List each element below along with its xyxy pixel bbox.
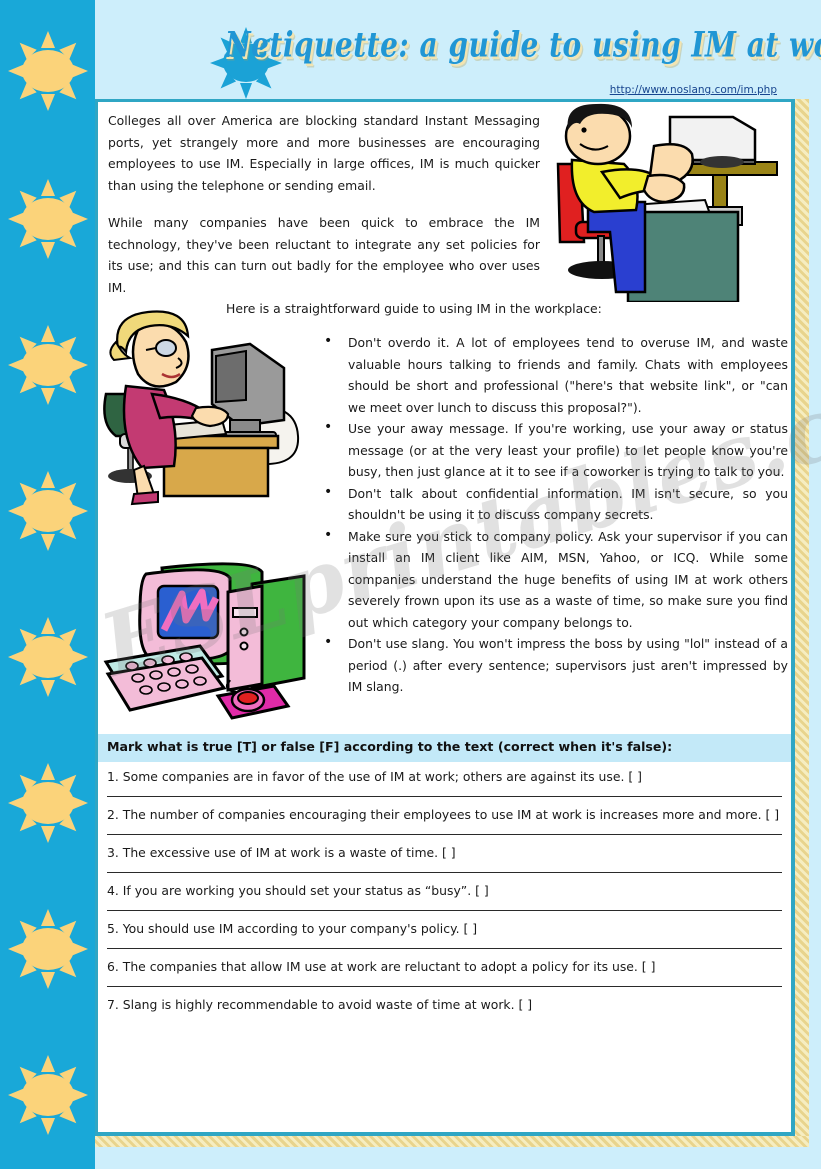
exercise-instruction: Mark what is true [T] or false [F] accor… (107, 739, 673, 754)
sun-ray (210, 57, 226, 69)
question-6: 6. The companies that allow IM use at wo… (107, 959, 656, 974)
sun-icon (5, 176, 90, 261)
sun-ray (40, 387, 55, 405)
page-title: Netiquette: a guide to using IM at work. (225, 24, 821, 66)
sun-ray (7, 795, 25, 810)
answer-line-4[interactable] (107, 910, 782, 911)
worksheet-page: Netiquette: a guide to using IM at work.… (0, 0, 821, 1169)
guide-intro-line: Here is a straightforward guide to using… (226, 301, 602, 316)
answer-line-2[interactable] (107, 834, 782, 835)
page-edge-right (795, 99, 809, 1146)
sun-ray (40, 30, 55, 48)
list-item: Use your away message. If you're working… (322, 417, 788, 483)
sun-ray (40, 93, 55, 111)
sun-icon (5, 614, 90, 699)
question-5: 5. You should use IM according to your c… (107, 921, 478, 936)
answer-line-5[interactable] (107, 948, 782, 949)
answer-line-3[interactable] (107, 872, 782, 873)
sun-ray (40, 533, 55, 551)
guide-bullet-list: Don't overdo it. A lot of employees tend… (322, 331, 788, 698)
answer-line-1[interactable] (107, 796, 782, 797)
article-paragraph-1: Colleges all over America are blocking s… (108, 113, 540, 193)
sun-ray (70, 63, 88, 78)
sun-ray (70, 357, 88, 372)
sun-ray (70, 649, 88, 664)
question-3: 3. The excessive use of IM at work is a … (107, 845, 456, 860)
list-item: Don't use slang. You won't impress the b… (322, 632, 788, 698)
sidebar-sun (5, 28, 90, 113)
sun-ray (7, 503, 25, 518)
sun-ray (40, 178, 55, 196)
sun-icon (5, 468, 90, 553)
question-4: 4. If you are working you should set you… (107, 883, 489, 898)
desktop-computer-clipart (102, 558, 328, 738)
sun-ray (70, 211, 88, 226)
sun-ray (40, 825, 55, 843)
sidebar-sun (5, 614, 90, 699)
sun-icon (5, 28, 90, 113)
sidebar-sun (5, 1052, 90, 1137)
sidebar-sun (5, 322, 90, 407)
sidebar-sun (5, 906, 90, 991)
sun-ray (40, 762, 55, 780)
sun-ray (40, 616, 55, 634)
sun-ray (40, 470, 55, 488)
question-1: 1. Some companies are in favor of the us… (107, 769, 642, 784)
exercise-questions: 1. Some companies are in favor of the us… (107, 766, 782, 1015)
sun-ray (7, 649, 25, 664)
sun-ray (70, 503, 88, 518)
sun-ray (7, 211, 25, 226)
worksheet-body: Colleges all over America are blocking s… (95, 99, 795, 1136)
sun-ray (40, 324, 55, 342)
sun-icon (5, 906, 90, 991)
sun-ray (40, 1117, 55, 1135)
list-item: Make sure you stick to company policy. A… (322, 525, 788, 634)
sun-ray (40, 1054, 55, 1072)
sun-ray (40, 908, 55, 926)
exercise-instruction-band: Mark what is true [T] or false [F] accor… (98, 734, 791, 762)
sidebar-sun (5, 468, 90, 553)
sun-ray (7, 357, 25, 372)
list-item: Don't talk about confidential informatio… (322, 482, 788, 526)
sun-ray (70, 795, 88, 810)
sun-icon (5, 760, 90, 845)
article-paragraph-2: While many companies have been quick to … (108, 215, 540, 295)
sun-icon (5, 1052, 90, 1137)
question-7: 7. Slang is highly recommendable to avoi… (107, 997, 533, 1012)
question-2: 2. The number of companies encouraging t… (107, 807, 780, 822)
header-banner: Netiquette: a guide to using IM at work.… (95, 8, 821, 99)
sun-icon (5, 322, 90, 407)
sidebar-sun (5, 176, 90, 261)
sun-ray (40, 241, 55, 259)
sun-ray (40, 679, 55, 697)
sun-ray (7, 63, 25, 78)
sun-ray (40, 971, 55, 989)
decorative-sidebar (0, 0, 95, 1169)
page-edge-bottom (95, 1136, 809, 1147)
answer-line-6[interactable] (107, 986, 782, 987)
sidebar-sun (5, 760, 90, 845)
sun-ray (70, 941, 88, 956)
sun-ray (70, 1087, 88, 1102)
sun-ray (7, 1087, 25, 1102)
man-at-computer-clipart (550, 102, 791, 304)
list-item: Don't overdo it. A lot of employees tend… (322, 331, 788, 418)
woman-at-computer-clipart (100, 308, 308, 508)
sun-ray (240, 83, 252, 99)
sun-ray (7, 941, 25, 956)
source-url-link[interactable]: http://www.noslang.com/im.php (610, 84, 777, 96)
